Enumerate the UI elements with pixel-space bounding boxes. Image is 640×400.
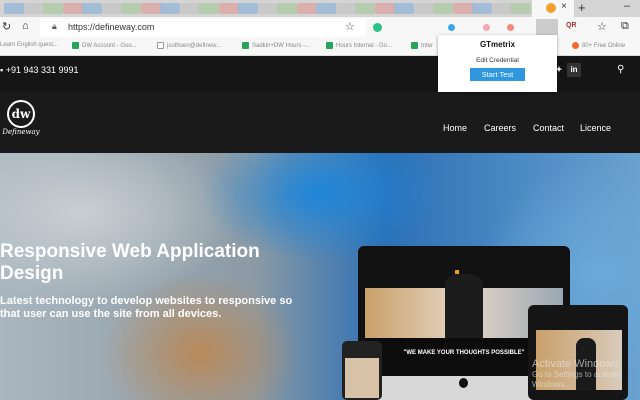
sheet-icon: [72, 42, 79, 49]
extension-icon[interactable]: [507, 24, 514, 31]
watermark-line2: Go to Settings to activate Windows.: [532, 370, 622, 389]
sheet-icon: [411, 42, 418, 49]
favorite-star-icon[interactable]: ☆: [345, 20, 355, 33]
bookmark[interactable]: DW Account - Goo...: [72, 42, 137, 49]
lock-icon: 🔒︎: [52, 21, 57, 31]
bookmark-label: Inter: [421, 42, 434, 49]
home-icon[interactable]: ⌂: [22, 20, 29, 32]
tab[interactable]: [413, 3, 434, 14]
sheet-icon: [326, 42, 333, 49]
search-icon[interactable]: ⚲: [617, 64, 624, 75]
favicon-icon: [546, 3, 556, 13]
minimize-icon[interactable]: –: [624, 0, 630, 12]
nav-contact[interactable]: Contact: [533, 123, 564, 133]
activate-windows-watermark: Activate Windows Go to Settings to activ…: [532, 358, 638, 390]
tab[interactable]: [160, 3, 180, 14]
bookmark[interactable]: 80+ Free Online: [572, 42, 625, 49]
tab[interactable]: [82, 3, 102, 14]
bookmark[interactable]: Inter: [411, 42, 433, 49]
start-test-button[interactable]: Start Test: [470, 68, 525, 81]
nav-careers[interactable]: Careers: [484, 123, 516, 133]
hero-subtitle: Latest technology to develop websites to…: [0, 295, 293, 320]
watermark-line1: Activate Windows: [532, 358, 619, 370]
qr-icon[interactable]: QR: [566, 22, 577, 29]
tab[interactable]: [43, 3, 63, 14]
logo-icon: dw: [7, 100, 35, 128]
logo-text: Defineway: [2, 128, 40, 136]
tab[interactable]: [140, 3, 161, 14]
tab[interactable]: [316, 3, 336, 14]
extension-icon[interactable]: [373, 23, 382, 32]
bookmark-icon: [572, 42, 579, 49]
site-logo[interactable]: dw Defineway: [2, 100, 40, 136]
tab[interactable]: [472, 3, 492, 14]
tab[interactable]: [374, 3, 395, 14]
linkedin-icon[interactable]: in: [567, 63, 581, 77]
bookmark-label: Hours Internal - Go...: [336, 42, 393, 49]
tab[interactable]: [296, 3, 317, 14]
tab[interactable]: [257, 3, 278, 14]
nav-home[interactable]: Home: [443, 123, 467, 133]
tab[interactable]: [238, 3, 258, 14]
nav-licence[interactable]: Licence: [580, 123, 611, 133]
refresh-icon[interactable]: ↻: [2, 20, 11, 33]
tab[interactable]: [199, 3, 219, 14]
tab[interactable]: [101, 3, 122, 14]
tab[interactable]: [62, 3, 83, 14]
tab[interactable]: [491, 3, 512, 14]
tab[interactable]: [452, 3, 473, 14]
bookmark[interactable]: Sadkin+DW Hours -...: [242, 42, 310, 49]
new-tab-icon[interactable]: +: [578, 0, 586, 15]
bookmark-label: Learn English quest...: [0, 42, 59, 48]
gtmetrix-extension-icon[interactable]: [536, 19, 558, 36]
bookmark-label: Sadkin+DW Hours -...: [252, 42, 311, 49]
tab[interactable]: [433, 3, 453, 14]
page-icon: [157, 42, 164, 49]
active-tab[interactable]: ×: [532, 0, 574, 17]
apple-icon: [459, 378, 468, 388]
tab[interactable]: [179, 3, 200, 14]
bookmark[interactable]: Learn English quest...: [0, 42, 58, 48]
tab[interactable]: [394, 3, 414, 14]
hero-title: Responsive Web Application Design: [0, 241, 260, 284]
extension-icon[interactable]: [483, 24, 490, 31]
collections-icon[interactable]: ⧉: [621, 20, 629, 33]
phone-number: ▪ +91 943 331 9991: [0, 65, 79, 75]
sheet-icon: [242, 42, 249, 49]
tab[interactable]: [355, 3, 375, 14]
tab[interactable]: [277, 3, 297, 14]
bookmark-label: 80+ Free Online: [582, 42, 626, 49]
tab[interactable]: [218, 3, 239, 14]
favorites-icon[interactable]: ☆: [597, 20, 607, 33]
bookmark-label: jsuthoen@definew...: [167, 42, 222, 49]
tab[interactable]: [4, 3, 24, 14]
bookmark-label: DW Account - Goo...: [82, 42, 137, 49]
bookmark[interactable]: Hours Internal - Go...: [326, 42, 392, 49]
tab[interactable]: [121, 3, 141, 14]
tab[interactable]: [23, 3, 44, 14]
url-text[interactable]: https://defineway.com: [68, 22, 154, 32]
tab[interactable]: [511, 3, 531, 14]
popup-heading: GTmetrix: [479, 40, 516, 49]
bookmark[interactable]: jsuthoen@definew...: [157, 42, 221, 49]
edit-credential-link[interactable]: Edit Credential: [438, 57, 557, 64]
extension-icon[interactable]: [448, 24, 455, 31]
gtmetrix-popup: GTmetrix Edit Credential Start Test: [438, 35, 557, 92]
phone-screen: [345, 358, 379, 398]
phone-text: +91 943 331 9991: [5, 65, 79, 75]
close-tab-icon[interactable]: ×: [561, 1, 567, 12]
tab[interactable]: [335, 3, 356, 14]
